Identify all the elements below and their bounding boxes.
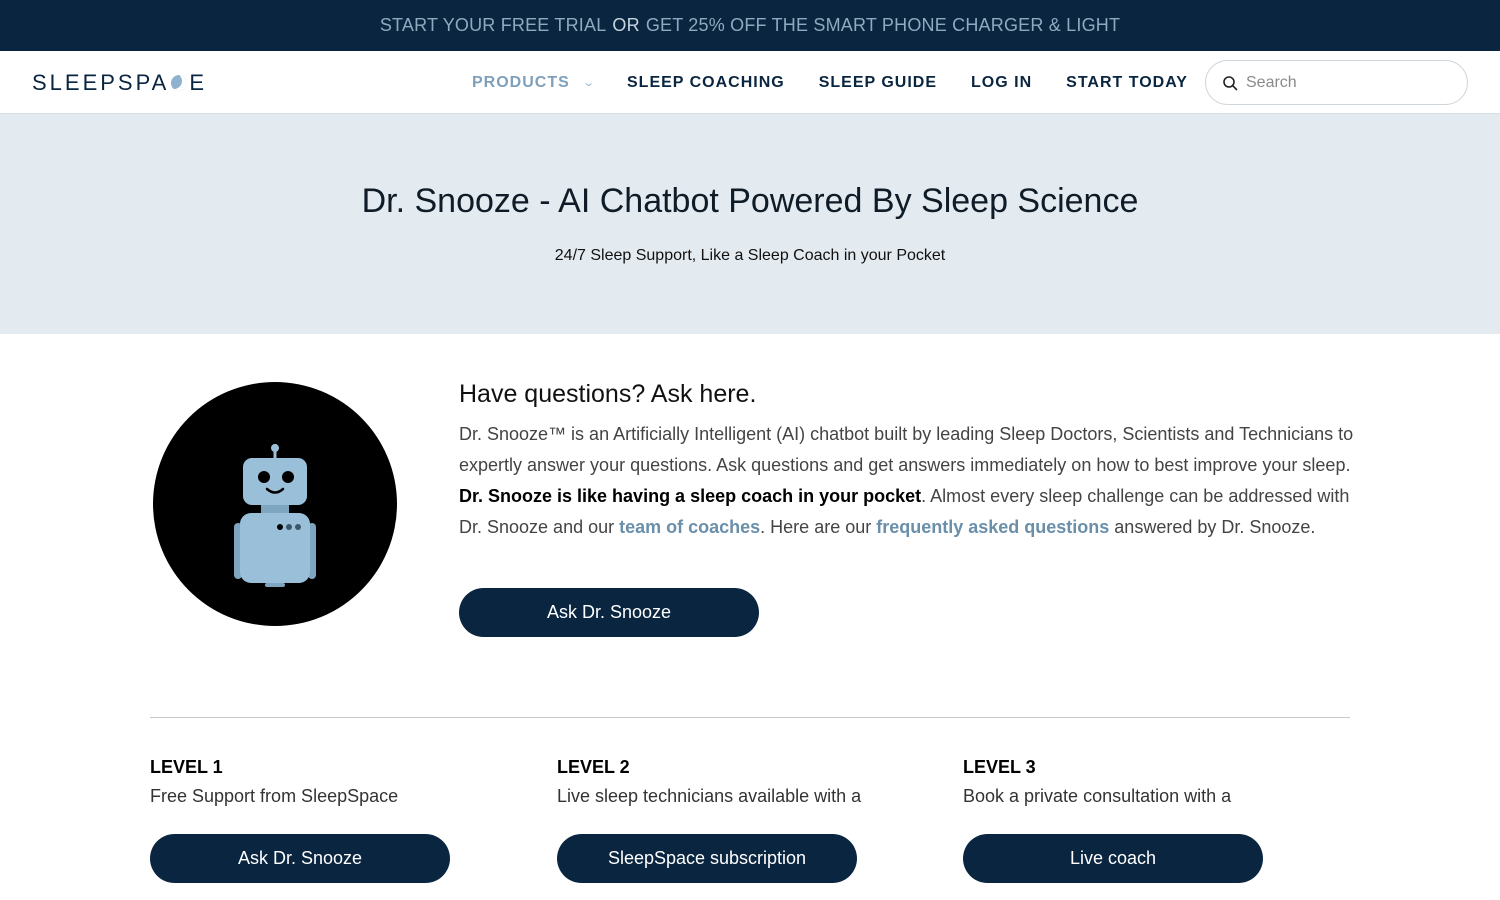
faq-link[interactable]: frequently asked questions	[876, 517, 1109, 537]
level-title: LEVEL 3	[963, 757, 1036, 777]
search-input[interactable]	[1246, 73, 1446, 92]
section-divider	[150, 717, 1350, 718]
nav-products[interactable]: PRODUCTS	[472, 74, 570, 92]
level-1-ask-button[interactable]: Ask Dr. Snooze	[150, 834, 450, 883]
intro-paragraph: Dr. Snooze™ is an Artificially Intellige…	[459, 419, 1354, 543]
level-3-card: LEVEL 3 Book a private consultation with…	[963, 757, 1323, 883]
intro-text-3: . Here are our	[760, 517, 877, 537]
promo-or-text: OR	[612, 15, 640, 35]
nav-log-in[interactable]: LOG IN	[971, 74, 1032, 92]
intro-text-4: answered by Dr. Snooze.	[1109, 517, 1316, 537]
ask-dr-snooze-button[interactable]: Ask Dr. Snooze	[459, 588, 759, 637]
live-coach-button[interactable]: Live coach	[963, 834, 1263, 883]
level-title: LEVEL 2	[557, 757, 630, 777]
search-icon	[1223, 75, 1238, 90]
promo-banner[interactable]: START YOUR FREE TRIAL OR GET 25% OFF THE…	[0, 0, 1500, 51]
dr-snooze-avatar	[153, 382, 397, 626]
logo-text-right: E	[189, 70, 208, 95]
charger-offer-link[interactable]: GET 25% OFF THE SMART PHONE CHARGER & LI…	[646, 15, 1120, 36]
nav-links: PRODUCTS ⌄ SLEEP COACHING SLEEP GUIDE LO…	[472, 51, 1222, 114]
intro-heading: Have questions? Ask here.	[459, 380, 757, 408]
sleepspace-logo[interactable]: SLEEPSPA E	[32, 70, 207, 96]
nav-start-today[interactable]: START TODAY	[1066, 74, 1188, 92]
main-nav: SLEEPSPA E PRODUCTS ⌄ SLEEP COACHING SLEE…	[0, 51, 1500, 114]
level-1-card: LEVEL 1 Free Support from SleepSpace Ask…	[150, 757, 510, 883]
search-box[interactable]	[1205, 60, 1468, 105]
intro-section: Have questions? Ask here. Dr. Snooze™ is…	[459, 380, 1354, 543]
level-description: Book a private consultation with a	[963, 786, 1232, 806]
free-trial-link[interactable]: START YOUR FREE TRIAL	[380, 15, 607, 36]
page-subtitle: 24/7 Sleep Support, Like a Sleep Coach i…	[554, 247, 946, 264]
page-title: Dr. Snooze - AI Chatbot Powered By Sleep…	[361, 182, 1139, 220]
logo-text-left: SLEEPSPA	[32, 70, 170, 95]
moon-icon	[171, 75, 188, 91]
level-description: Live sleep technicians available with a	[557, 786, 862, 806]
robot-icon	[234, 444, 316, 587]
level-description: Free Support from SleepSpace	[150, 786, 399, 806]
nav-sleep-coaching[interactable]: SLEEP COACHING	[627, 74, 785, 92]
level-title: LEVEL 1	[150, 757, 223, 777]
team-of-coaches-link[interactable]: team of coaches	[619, 517, 760, 537]
subscription-button[interactable]: SleepSpace subscription	[557, 834, 857, 883]
level-2-card: LEVEL 2 Live sleep technicians available…	[557, 757, 917, 883]
hero-section: Dr. Snooze - AI Chatbot Powered By Sleep…	[0, 114, 1500, 334]
intro-bold-text: Dr. Snooze is like having a sleep coach …	[459, 486, 922, 506]
nav-sleep-guide[interactable]: SLEEP GUIDE	[819, 74, 937, 92]
intro-text-1: Dr. Snooze™ is an Artificially Intellige…	[459, 424, 1354, 475]
chevron-down-icon[interactable]: ⌄	[582, 76, 595, 89]
